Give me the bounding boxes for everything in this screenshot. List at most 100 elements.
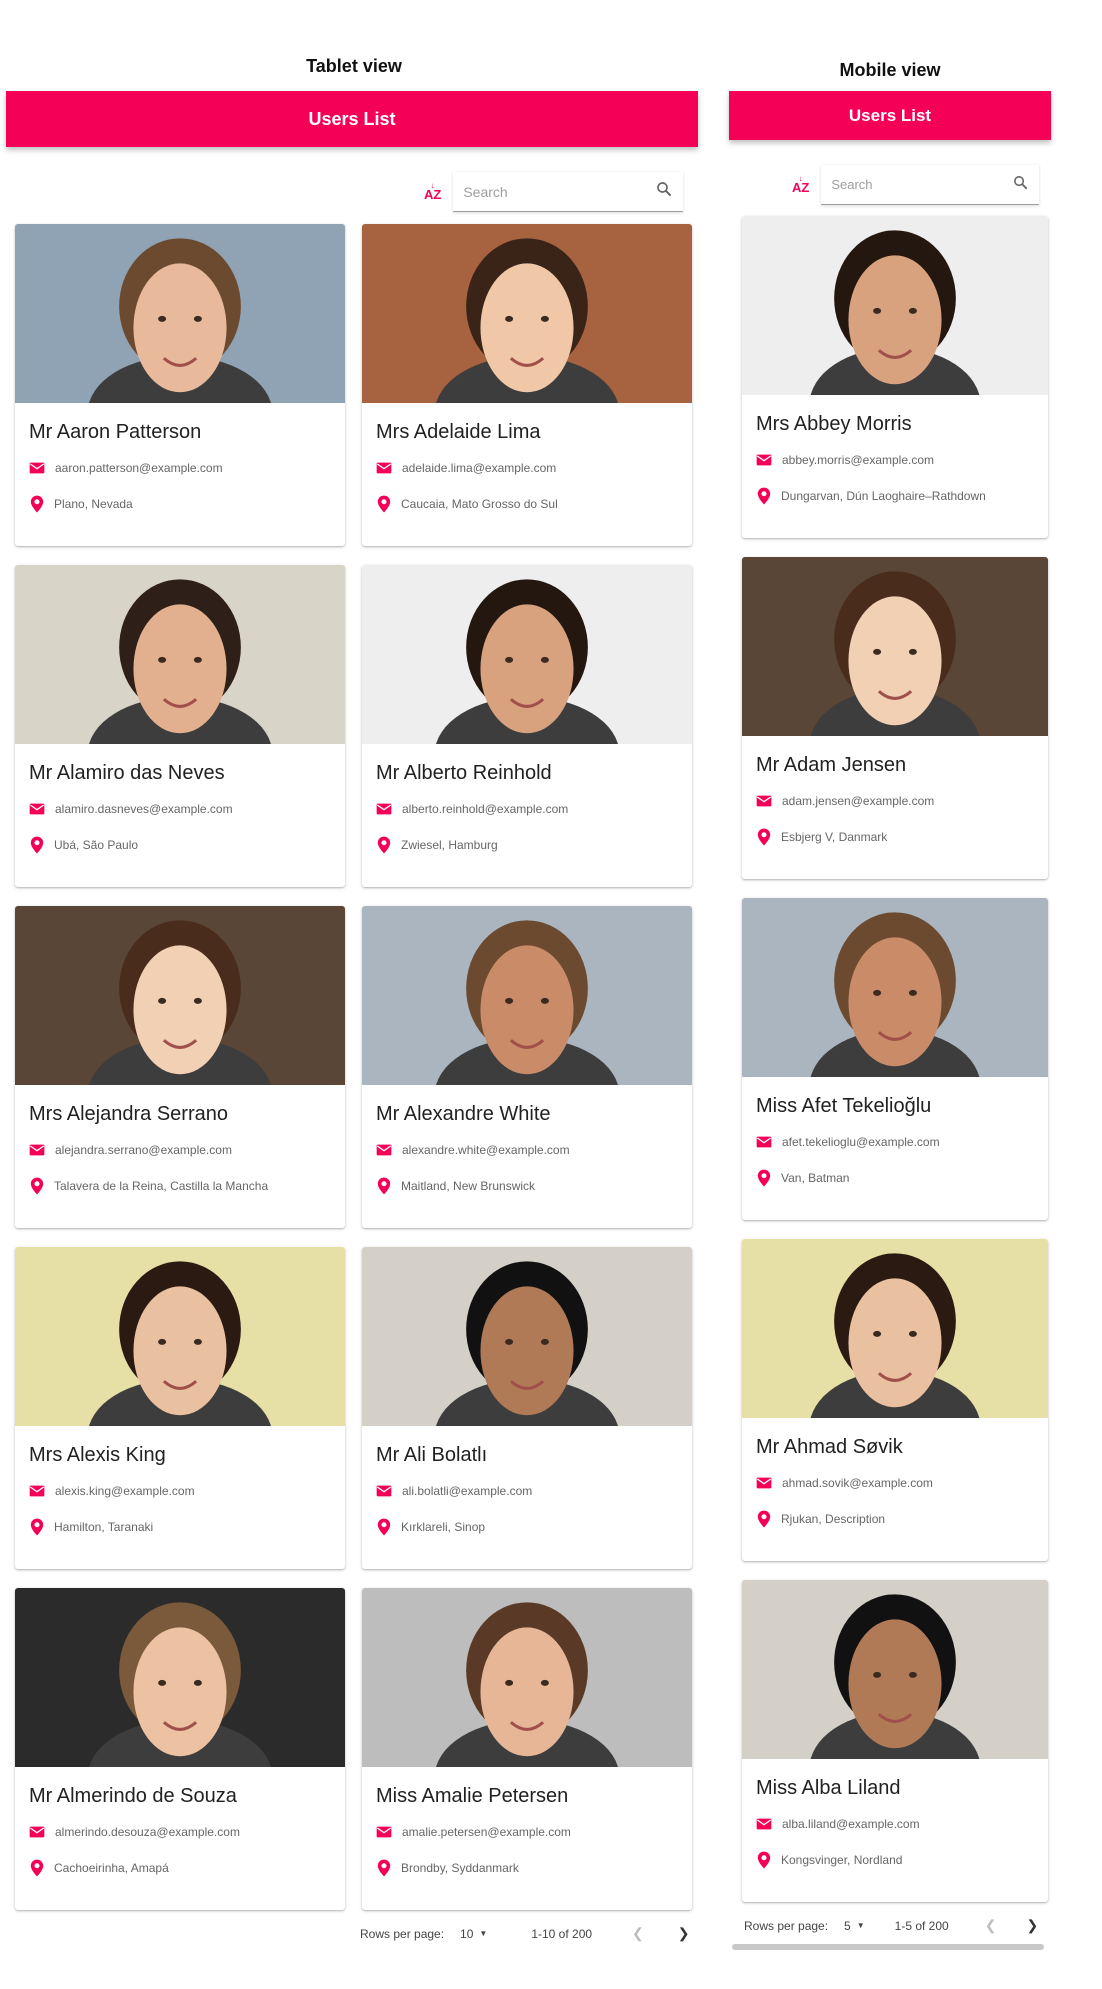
user-card[interactable]: Mr Almerindo de Souza almerindo.desouza@… [15, 1588, 345, 1910]
user-email: ahmad.sovik@example.com [782, 1476, 933, 1490]
user-email: adam.jensen@example.com [782, 794, 935, 808]
search-icon[interactable] [1012, 174, 1029, 196]
email-icon [29, 462, 45, 474]
user-card[interactable]: Mrs Adelaide Lima adelaide.lima@example.… [362, 224, 692, 546]
email-icon [756, 1136, 772, 1148]
mobile-search-field[interactable] [821, 165, 1040, 205]
tablet-toolbar: ↓ AZ [424, 172, 684, 212]
mobile-view-label: Mobile view [839, 60, 941, 80]
tablet-search-field[interactable] [453, 172, 684, 212]
user-location-row: Plano, Nevada [30, 495, 133, 513]
avatar-photo [742, 1239, 1048, 1418]
user-name: Mrs Adelaide Lima [376, 421, 541, 443]
avatar-photo [742, 557, 1048, 736]
user-name: Mr Adam Jensen [756, 754, 907, 776]
user-location: Ubá, São Paulo [54, 838, 139, 852]
user-email: adelaide.lima@example.com [402, 461, 557, 475]
rows-per-page-select[interactable]: 5 ▼ [844, 1919, 865, 1933]
user-name: Mr Alexandre White [376, 1103, 551, 1125]
avatar-photo [362, 906, 692, 1085]
location-pin-icon [377, 1177, 391, 1195]
user-card[interactable]: Mr Adam Jensen adam.jensen@example.com E… [742, 557, 1048, 879]
user-email-row: afet.tekelioglu@example.com [756, 1135, 940, 1149]
user-card[interactable]: Mr Alexandre White alexandre.white@examp… [362, 906, 692, 1228]
email-icon [29, 1826, 45, 1838]
user-card[interactable]: Mrs Abbey Morris abbey.morris@example.co… [742, 216, 1048, 538]
user-email-row: alexis.king@example.com [29, 1484, 195, 1498]
user-card[interactable]: Mr Aaron Patterson aaron.patterson@examp… [15, 224, 345, 546]
sort-az-icon[interactable]: ↓ AZ [424, 182, 441, 202]
user-card[interactable]: Mrs Alejandra Serrano alejandra.serrano@… [15, 906, 345, 1228]
email-icon [376, 803, 392, 815]
user-card[interactable]: Mr Ali Bolatlı ali.bolatli@example.com K… [362, 1247, 692, 1569]
chevron-left-icon[interactable]: ❮ [632, 1925, 644, 1942]
avatar-photo [362, 565, 692, 744]
mobile-search-input[interactable] [831, 177, 1013, 192]
user-email: almerindo.desouza@example.com [55, 1825, 240, 1839]
user-email-row: almerindo.desouza@example.com [29, 1825, 240, 1839]
user-email: alba.liland@example.com [782, 1817, 920, 1831]
user-email: abbey.morris@example.com [782, 453, 935, 467]
user-name: Mr Almerindo de Souza [29, 1785, 237, 1807]
chevron-right-icon[interactable]: ❯ [1026, 1917, 1038, 1934]
location-pin-icon [377, 1859, 391, 1877]
user-email-row: alba.liland@example.com [756, 1817, 920, 1831]
user-email-row: ahmad.sovik@example.com [756, 1476, 933, 1490]
user-email: amalie.petersen@example.com [402, 1825, 571, 1839]
location-pin-icon [757, 828, 771, 846]
user-name: Mr Ali Bolatlı [376, 1444, 488, 1466]
location-pin-icon [30, 1518, 44, 1536]
user-card[interactable]: Miss Amalie Petersen amalie.petersen@exa… [362, 1588, 692, 1910]
location-pin-icon [30, 495, 44, 513]
avatar-photo [362, 1588, 692, 1767]
user-email-row: alamiro.dasneves@example.com [29, 802, 233, 816]
user-card[interactable]: Miss Alba Liland alba.liland@example.com… [742, 1580, 1048, 1902]
tablet-pagination: Rows per page: 10 ▼ 1-10 of 200 ❮ ❯ [360, 1925, 690, 1942]
user-location-row: Esbjerg V, Danmark [757, 828, 887, 846]
rows-per-page-label: Rows per page: [744, 1918, 829, 1933]
user-email: alejandra.serrano@example.com [55, 1143, 232, 1157]
mobile-toolbar: ↓ AZ [792, 165, 1040, 205]
user-location-row: Brondby, Syddanmark [377, 1859, 519, 1877]
email-icon [376, 1144, 392, 1156]
avatar-photo [362, 1247, 692, 1426]
user-location: Zwiesel, Hamburg [401, 838, 498, 852]
user-location: Caucaia, Mato Grosso do Sul [401, 497, 558, 511]
tablet-view-label: Tablet view [306, 56, 402, 76]
user-email-row: amalie.petersen@example.com [376, 1825, 571, 1839]
avatar-photo [742, 898, 1048, 1077]
user-location-row: Hamilton, Taranaki [30, 1518, 153, 1536]
email-icon [756, 1477, 772, 1489]
user-email-row: aaron.patterson@example.com [29, 461, 223, 475]
user-email-row: alberto.reinhold@example.com [376, 802, 568, 816]
location-pin-icon [377, 1518, 391, 1536]
horizontal-scrollbar[interactable] [732, 1944, 1044, 1950]
user-card[interactable]: Mr Alberto Reinhold alberto.reinhold@exa… [362, 565, 692, 887]
page-range: 1-10 of 200 [531, 1926, 593, 1941]
user-card[interactable]: Mr Ahmad Søvik ahmad.sovik@example.com R… [742, 1239, 1048, 1561]
rows-per-page-select[interactable]: 10 ▼ [460, 1927, 487, 1941]
user-card[interactable]: Mrs Alexis King alexis.king@example.com … [15, 1247, 345, 1569]
user-card[interactable]: Mr Alamiro das Neves alamiro.dasneves@ex… [15, 565, 345, 887]
chevron-left-icon[interactable]: ❮ [985, 1917, 997, 1934]
rows-per-page-label: Rows per page: [360, 1926, 445, 1941]
user-location: Rjukan, Description [781, 1512, 886, 1526]
search-icon[interactable] [655, 180, 673, 203]
caret-down-icon: ▼ [856, 1921, 865, 1930]
user-name: Mrs Abbey Morris [756, 413, 912, 435]
user-email-row: alejandra.serrano@example.com [29, 1143, 232, 1157]
email-icon [376, 1485, 392, 1497]
user-name: Mrs Alexis King [29, 1444, 166, 1466]
user-email: afet.tekelioglu@example.com [782, 1135, 940, 1149]
avatar-photo [15, 224, 345, 403]
caret-down-icon: ▼ [479, 1929, 488, 1938]
tablet-search-input[interactable] [463, 183, 656, 200]
mobile-app-title: Users List [848, 105, 932, 125]
mobile-pagination: Rows per page: 5 ▼ 1-5 of 200 ❮ ❯ [744, 1917, 1038, 1934]
avatar-photo [742, 216, 1048, 395]
user-card[interactable]: Miss Afet Tekelioğlu afet.tekelioglu@exa… [742, 898, 1048, 1220]
location-pin-icon [757, 1851, 771, 1869]
chevron-right-icon[interactable]: ❯ [678, 1925, 690, 1942]
location-pin-icon [30, 836, 44, 854]
sort-az-icon[interactable]: ↓ AZ [792, 175, 809, 195]
